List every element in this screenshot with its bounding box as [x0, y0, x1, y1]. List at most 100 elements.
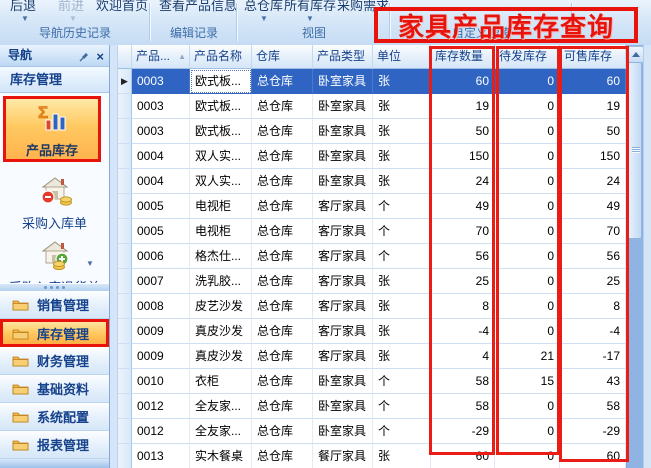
table-cell[interactable]: 格杰仕... — [190, 244, 252, 269]
row-header-cell[interactable] — [118, 219, 132, 244]
table-cell[interactable]: 卧室家具 — [313, 369, 373, 394]
table-cell[interactable]: 总仓库 — [252, 294, 313, 319]
table-cell[interactable]: 客厅家具 — [313, 219, 373, 244]
table-cell[interactable]: 张 — [373, 444, 431, 468]
table-cell[interactable]: 总仓库 — [252, 394, 313, 419]
table-row[interactable]: 0008皮艺沙发总仓库客厅家具张808 — [118, 294, 626, 319]
back-dropdown-icon[interactable]: ▼ — [21, 14, 29, 23]
table-cell[interactable]: 卧室家具 — [313, 144, 373, 169]
table-cell[interactable]: 60 — [560, 69, 626, 94]
table-cell[interactable]: 60 — [431, 444, 495, 468]
table-cell[interactable]: 张 — [373, 144, 431, 169]
table-cell[interactable]: 0004 — [132, 169, 190, 194]
table-cell[interactable]: 张 — [373, 169, 431, 194]
table-cell[interactable]: -4 — [431, 319, 495, 344]
table-cell[interactable]: 56 — [431, 244, 495, 269]
table-cell[interactable]: 总仓库 — [252, 444, 313, 468]
table-cell[interactable]: 150 — [560, 144, 626, 169]
table-cell[interactable]: 总仓库 — [252, 194, 313, 219]
table-cell[interactable]: 0 — [495, 394, 560, 419]
table-cell[interactable]: 卧室家具 — [313, 419, 373, 444]
table-cell[interactable]: 0 — [495, 269, 560, 294]
pin-icon[interactable] — [79, 51, 89, 62]
table-row[interactable]: 0013实木餐桌总仓库餐厅家具张60060 — [118, 444, 626, 468]
table-cell[interactable]: 58 — [431, 369, 495, 394]
table-cell[interactable]: 0009 — [132, 344, 190, 369]
row-header-cell[interactable] — [118, 319, 132, 344]
table-cell[interactable]: 0004 — [132, 144, 190, 169]
table-cell[interactable]: 全友家... — [190, 394, 252, 419]
table-row[interactable]: 0009真皮沙发总仓库客厅家具张421-17 — [118, 344, 626, 369]
table-cell[interactable]: 21 — [495, 344, 560, 369]
table-cell[interactable]: 0008 — [132, 294, 190, 319]
sidebar-module-item[interactable]: 库存管理 — [0, 319, 109, 347]
sidebar-module-item[interactable]: 基础资料 — [0, 375, 109, 403]
sidebar-module-item[interactable]: 报表管理 — [0, 431, 109, 459]
table-cell[interactable]: 0012 — [132, 394, 190, 419]
table-row[interactable]: 0004双人实...总仓库卧室家具张24024 — [118, 169, 626, 194]
table-cell[interactable]: 张 — [373, 119, 431, 144]
table-cell[interactable]: 个 — [373, 244, 431, 269]
table-cell[interactable]: 客厅家具 — [313, 344, 373, 369]
table-cell[interactable]: 0003 — [132, 94, 190, 119]
row-header-cell[interactable] — [118, 144, 132, 169]
column-header-pending-stock[interactable]: 待发库存 — [495, 45, 560, 69]
table-cell[interactable]: 真皮沙发 — [190, 344, 252, 369]
table-cell[interactable]: 总仓库 — [252, 219, 313, 244]
table-cell[interactable]: 餐厅家具 — [313, 444, 373, 468]
table-cell[interactable]: 张 — [373, 69, 431, 94]
table-cell[interactable]: 总仓库 — [252, 169, 313, 194]
table-cell[interactable]: 张 — [373, 269, 431, 294]
table-row[interactable]: 0005电视柜总仓库客厅家具个70070 — [118, 219, 626, 244]
sidebar-module-item[interactable]: 财务管理 — [0, 347, 109, 375]
table-cell[interactable]: 0003 — [132, 119, 190, 144]
table-cell[interactable]: 洗乳胶... — [190, 269, 252, 294]
table-cell[interactable]: 8 — [560, 294, 626, 319]
table-row[interactable]: 0003欧式板...总仓库卧室家具张50050 — [118, 119, 626, 144]
pane-splitter[interactable] — [110, 45, 118, 468]
table-cell[interactable]: 58 — [431, 394, 495, 419]
table-row[interactable]: 0009真皮沙发总仓库客厅家具张-40-4 — [118, 319, 626, 344]
table-cell[interactable]: -4 — [560, 319, 626, 344]
table-cell[interactable]: 0007 — [132, 269, 190, 294]
table-cell[interactable]: 卧室家具 — [313, 94, 373, 119]
table-cell[interactable]: 卧室家具 — [313, 69, 373, 94]
row-header-cell[interactable] — [118, 169, 132, 194]
table-cell[interactable]: 70 — [560, 219, 626, 244]
table-cell[interactable]: 总仓库 — [252, 319, 313, 344]
table-cell[interactable]: 总仓库 — [252, 269, 313, 294]
table-cell[interactable]: 19 — [560, 94, 626, 119]
table-cell[interactable]: 卧室家具 — [313, 119, 373, 144]
table-cell[interactable]: 皮艺沙发 — [190, 294, 252, 319]
table-cell[interactable]: 衣柜 — [190, 369, 252, 394]
table-cell[interactable]: 49 — [560, 194, 626, 219]
table-cell[interactable]: 卧室家具 — [313, 394, 373, 419]
table-cell[interactable]: 真皮沙发 — [190, 319, 252, 344]
back-button[interactable]: 后退 — [10, 0, 36, 14]
table-cell[interactable]: 总仓库 — [252, 344, 313, 369]
close-icon[interactable]: × — [96, 50, 104, 63]
table-cell[interactable]: 0 — [495, 144, 560, 169]
sidebar-splitter-handle[interactable] — [0, 283, 109, 291]
table-cell[interactable]: 43 — [560, 369, 626, 394]
table-row[interactable]: 0005电视柜总仓库客厅家具个49049 — [118, 194, 626, 219]
table-row[interactable]: ▶0003欧式板...总仓库卧室家具张60060 — [118, 69, 626, 94]
column-header-product-type[interactable]: 产品类型 — [313, 45, 373, 69]
table-cell[interactable]: 总仓库 — [252, 94, 313, 119]
table-cell[interactable]: 0 — [495, 444, 560, 468]
table-cell[interactable]: 双人实... — [190, 169, 252, 194]
warehouse-dropdown-icon[interactable]: ▼ — [260, 14, 268, 23]
table-cell[interactable]: 总仓库 — [252, 69, 313, 94]
table-cell[interactable]: 张 — [373, 319, 431, 344]
table-cell[interactable]: 0006 — [132, 244, 190, 269]
table-cell[interactable]: 70 — [431, 219, 495, 244]
table-cell[interactable]: 0 — [495, 244, 560, 269]
table-cell[interactable]: 19 — [431, 94, 495, 119]
forward-button[interactable]: 前进 — [58, 0, 84, 14]
column-header-warehouse[interactable]: 仓库 — [252, 45, 313, 69]
table-cell[interactable]: 张 — [373, 94, 431, 119]
table-cell[interactable]: 49 — [431, 194, 495, 219]
table-cell[interactable]: 0 — [495, 294, 560, 319]
vertical-scrollbar[interactable] — [626, 45, 643, 468]
table-cell[interactable]: 56 — [560, 244, 626, 269]
